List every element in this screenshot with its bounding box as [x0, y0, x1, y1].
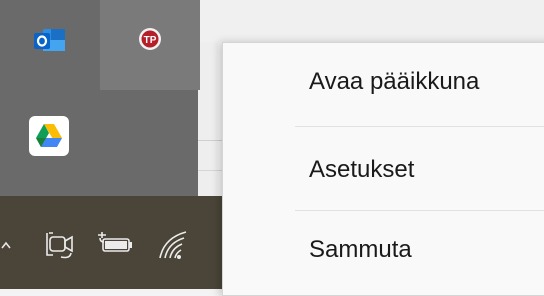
tray-overflow-panel: TP — [0, 0, 200, 196]
tray-item-outlook[interactable] — [0, 0, 100, 90]
menu-item-label: Avaa pääikkuna — [309, 68, 480, 95]
chevron-up-icon[interactable] — [0, 238, 12, 252]
taskbar — [0, 196, 226, 289]
svg-text:TP: TP — [144, 35, 157, 46]
menu-separator — [295, 210, 544, 211]
camera-icon[interactable] — [44, 226, 80, 262]
outlook-icon — [34, 29, 65, 51]
google-drive-icon — [29, 116, 69, 156]
tray-context-menu: Avaa pääikkuna Asetukset Sammuta — [222, 42, 544, 296]
battery-icon[interactable] — [96, 226, 136, 262]
background-divider — [198, 140, 222, 141]
background-divider — [198, 170, 222, 171]
menu-item-settings[interactable]: Asetukset — [223, 135, 544, 205]
tray-item-tp-app[interactable]: TP — [100, 0, 200, 90]
menu-item-label: Sammuta — [309, 236, 412, 263]
menu-item-open-main-window[interactable]: Avaa pääikkuna — [223, 47, 544, 117]
menu-item-shutdown[interactable]: Sammuta — [223, 215, 544, 285]
menu-item-label: Asetukset — [309, 156, 415, 183]
menu-separator — [295, 126, 544, 127]
tray-item-google-drive[interactable] — [0, 90, 100, 180]
background-window-top — [198, 0, 544, 42]
wifi-icon[interactable] — [154, 224, 194, 264]
tp-app-icon: TP — [139, 28, 161, 50]
